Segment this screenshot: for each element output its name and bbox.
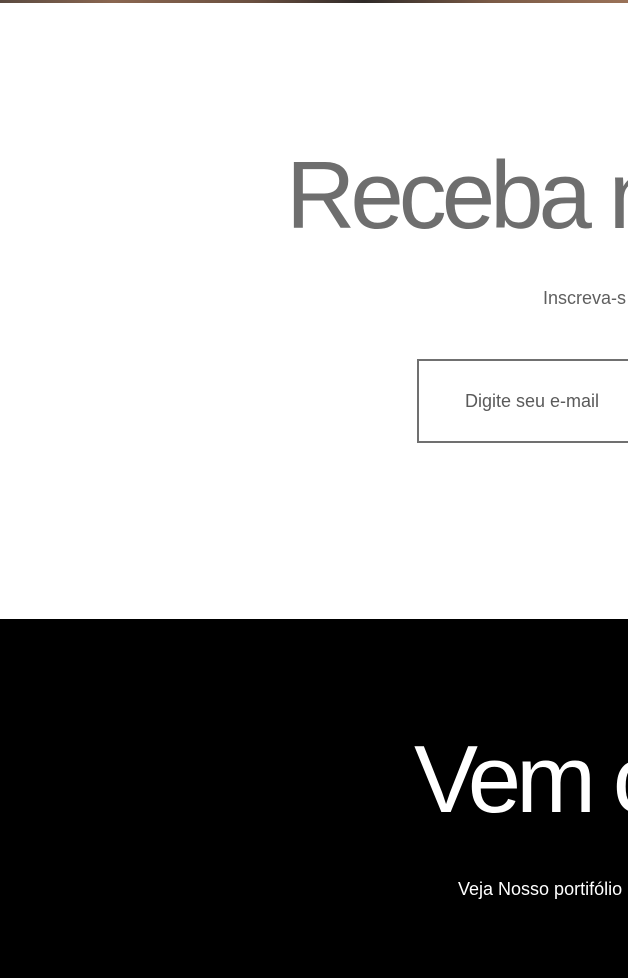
- newsletter-section: Receba n Inscreva-s: [0, 3, 628, 619]
- portfolio-link[interactable]: Veja Nosso portifólio: [458, 879, 622, 900]
- newsletter-title: Receba n: [286, 142, 628, 249]
- email-input[interactable]: [465, 361, 628, 441]
- portfolio-title: Vem c: [414, 726, 628, 833]
- email-field[interactable]: [417, 359, 628, 443]
- portfolio-section: Vem c Veja Nosso portifólio: [0, 619, 628, 978]
- page: Receba n Inscreva-s Vem c Veja Nosso por…: [0, 0, 628, 978]
- newsletter-subtitle: Inscreva-s: [543, 288, 627, 308]
